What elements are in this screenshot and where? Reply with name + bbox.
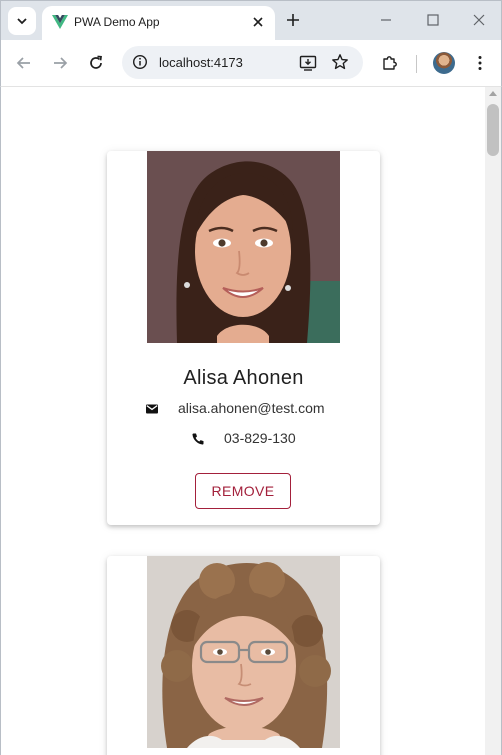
contact-card: Alisa Ahonen alisa.ahonen@test.com 03-82…	[107, 151, 380, 525]
tab-active[interactable]: PWA Demo App	[42, 6, 275, 41]
contact-card	[107, 556, 380, 755]
contact-photo	[147, 556, 340, 748]
back-arrow-icon[interactable]	[15, 54, 33, 72]
contact-email: alisa.ahonen@test.com	[178, 400, 325, 416]
install-app-icon[interactable]	[299, 54, 317, 72]
chevron-down-icon	[17, 18, 27, 25]
vertical-scrollbar[interactable]	[485, 87, 501, 755]
scrollbar-thumb[interactable]	[487, 104, 499, 156]
forward-arrow-icon[interactable]	[51, 54, 69, 72]
tab-search-button[interactable]	[8, 7, 36, 35]
maximize-icon[interactable]	[426, 13, 440, 27]
profile-avatar[interactable]	[433, 52, 455, 74]
tab-strip: PWA Demo App	[0, 0, 502, 41]
email-icon	[146, 404, 158, 414]
address-url[interactable]: localhost:4173	[159, 55, 243, 70]
browser-toolbar: localhost:4173	[0, 40, 502, 87]
page-viewport: Alisa Ahonen alisa.ahonen@test.com 03-82…	[0, 87, 502, 755]
contact-name: Alisa Ahonen	[183, 367, 304, 389]
vue-logo-icon	[52, 15, 68, 29]
tab-title: PWA Demo App	[74, 15, 160, 29]
reload-icon[interactable]	[87, 54, 105, 72]
contact-photo	[147, 151, 340, 343]
close-icon[interactable]	[251, 15, 265, 29]
plus-icon[interactable]	[284, 11, 302, 29]
info-icon[interactable]	[132, 54, 148, 70]
toolbar-divider	[416, 55, 417, 73]
contact-phone: 03-829-130	[224, 430, 296, 446]
minimize-icon[interactable]	[379, 13, 393, 27]
more-vert-icon[interactable]	[471, 54, 489, 72]
window-close-icon[interactable]	[472, 13, 486, 27]
phone-icon	[192, 433, 204, 445]
extensions-puzzle-icon[interactable]	[381, 54, 399, 72]
remove-button[interactable]: REMOVE	[195, 473, 291, 509]
bookmark-star-icon[interactable]	[331, 53, 349, 71]
scroll-up-arrow-icon[interactable]	[489, 91, 497, 96]
address-bar[interactable]: localhost:4173	[122, 46, 363, 79]
